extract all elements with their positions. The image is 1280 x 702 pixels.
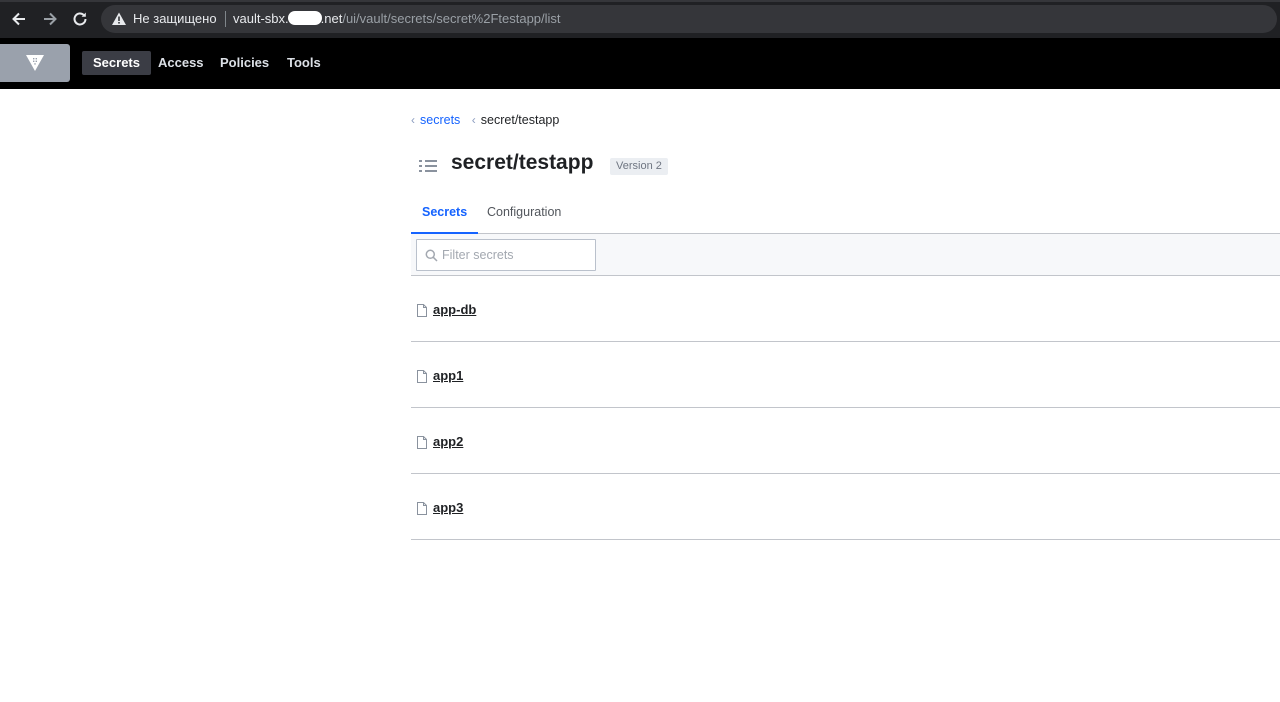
address-bar[interactable]: Не защищено vault-sbx. .net/ui/vault/secr… [101,5,1277,33]
secret-link[interactable]: app-db [433,302,476,317]
tab-strip-edge [0,0,1280,2]
nav-policies[interactable]: Policies [209,51,280,75]
list-item[interactable]: app1 [411,342,1280,408]
url-host-end: .net [320,11,343,26]
tab-secrets[interactable]: Secrets [411,197,479,234]
tab-configuration[interactable]: Configuration [476,197,572,233]
list-item[interactable]: app3 [411,474,1280,540]
breadcrumb: ‹ secrets ‹ secret/testapp [411,113,559,127]
file-icon [417,502,427,515]
vault-logo-icon [26,55,44,71]
page-title: secret/testapp [451,151,594,174]
file-icon [417,304,427,317]
warning-icon[interactable] [111,11,127,27]
filter-secrets-input[interactable] [442,246,592,264]
omnibox-divider [225,11,226,27]
reload-icon[interactable] [70,9,90,29]
app-header: Secrets Access Policies Tools [0,38,1280,89]
list-icon [419,160,437,172]
nav-tools[interactable]: Tools [276,51,332,75]
list-toolbar [411,234,1280,276]
browser-toolbar: Не защищено vault-sbx. .net/ui/vault/secr… [0,0,1280,38]
back-icon[interactable] [9,9,29,29]
chevron-left-icon: ‹ [411,113,415,127]
nav-secrets[interactable]: Secrets [82,51,151,75]
secret-link[interactable]: app3 [433,500,463,515]
forward-icon[interactable] [40,9,60,29]
url-path: /ui/vault/secrets/secret%2Ftestapp/list [342,11,561,26]
list-item[interactable]: app-db [411,276,1280,342]
file-icon [417,370,427,383]
home-logo-button[interactable] [0,44,70,82]
secret-link[interactable]: app2 [433,434,463,449]
version-badge: Version 2 [610,158,668,175]
redaction-blot [287,11,322,25]
url-host-start: vault-sbx. [233,11,289,26]
secret-link[interactable]: app1 [433,368,463,383]
url-text[interactable]: vault-sbx. .net/ui/vault/secrets/secret%2… [233,11,561,26]
search-icon [425,249,438,262]
breadcrumb-current: secret/testapp [480,113,560,127]
chevron-left-icon: ‹ [471,113,476,127]
filter-box[interactable] [416,239,596,271]
nav-access[interactable]: Access [147,51,215,75]
list-item[interactable]: app2 [411,408,1280,474]
tab-bar: Secrets Configuration [411,197,1280,234]
security-warning-text[interactable]: Не защищено [133,11,217,26]
file-icon [417,436,427,449]
breadcrumb-secrets-link[interactable]: secrets [420,113,460,127]
